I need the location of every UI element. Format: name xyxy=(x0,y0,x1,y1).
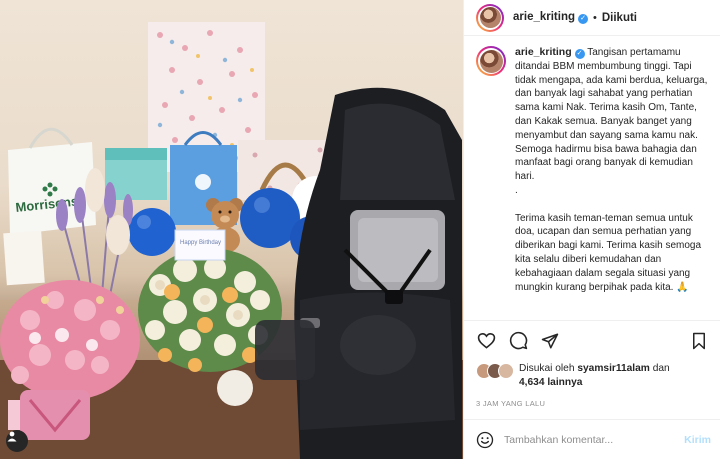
comment-button[interactable] xyxy=(508,331,528,351)
likes-count-link[interactable]: 4,634 lainnya xyxy=(519,377,582,388)
comment-bubble-icon xyxy=(509,331,527,350)
share-button[interactable] xyxy=(540,331,560,351)
liker-avatars[interactable] xyxy=(476,363,514,379)
card-text: Happy Birthday xyxy=(180,240,221,246)
likes-summary: Disukai oleh syamsir11alam dan 4,634 lai… xyxy=(476,362,719,390)
caption-separator: . xyxy=(515,184,518,196)
caption-body: arie_kriting ✓ Tangisan pertamamu ditanda… xyxy=(515,46,711,318)
separator-dot: • xyxy=(593,11,597,24)
photo-scene: Morrisons Happy Birthday xyxy=(0,22,463,459)
comment-bar: Kirim xyxy=(464,419,720,459)
action-bar xyxy=(464,320,720,360)
avatar xyxy=(498,363,514,379)
liker-username[interactable]: syamsir11alam xyxy=(577,363,650,374)
paper-plane-icon xyxy=(541,333,559,348)
caption-text-2: Terima kasih teman-teman semua untuk doa… xyxy=(515,212,702,293)
tagged-users-button[interactable] xyxy=(6,430,28,452)
post-photo[interactable]: Morrisons Happy Birthday xyxy=(0,0,463,459)
caption: arie_kriting ✓ Tangisan pertamamu ditanda… xyxy=(464,46,720,318)
caption-username[interactable]: arie_kriting ✓ xyxy=(515,46,585,59)
person-icon xyxy=(7,431,17,442)
post-side-panel: arie_kriting ✓ • Diikuti arie_kriting ✓ Ta… xyxy=(463,0,720,459)
heart-icon xyxy=(477,332,495,349)
post-header: arie_kriting ✓ • Diikuti xyxy=(464,0,720,36)
like-button[interactable] xyxy=(476,331,496,351)
save-button[interactable] xyxy=(689,331,709,351)
header-username[interactable]: arie_kriting ✓ xyxy=(513,11,588,24)
avatar[interactable] xyxy=(476,3,504,32)
smiley-icon[interactable] xyxy=(476,431,494,449)
post-timestamp[interactable]: 3 JAM YANG LALU xyxy=(476,399,545,408)
caption-avatar[interactable] xyxy=(476,46,506,76)
verified-badge-icon: ✓ xyxy=(574,49,585,59)
bookmark-icon xyxy=(693,332,705,349)
post-comment-button[interactable]: Kirim xyxy=(684,434,711,446)
verified-badge-icon: ✓ xyxy=(578,14,588,24)
following-button[interactable]: Diikuti xyxy=(602,12,637,24)
likes-text: Disukai oleh syamsir11alam dan 4,634 lai… xyxy=(519,363,670,388)
caption-text: Tangisan pertamamu ditandai BBM membumbu… xyxy=(515,47,708,183)
comment-input[interactable] xyxy=(504,433,669,446)
